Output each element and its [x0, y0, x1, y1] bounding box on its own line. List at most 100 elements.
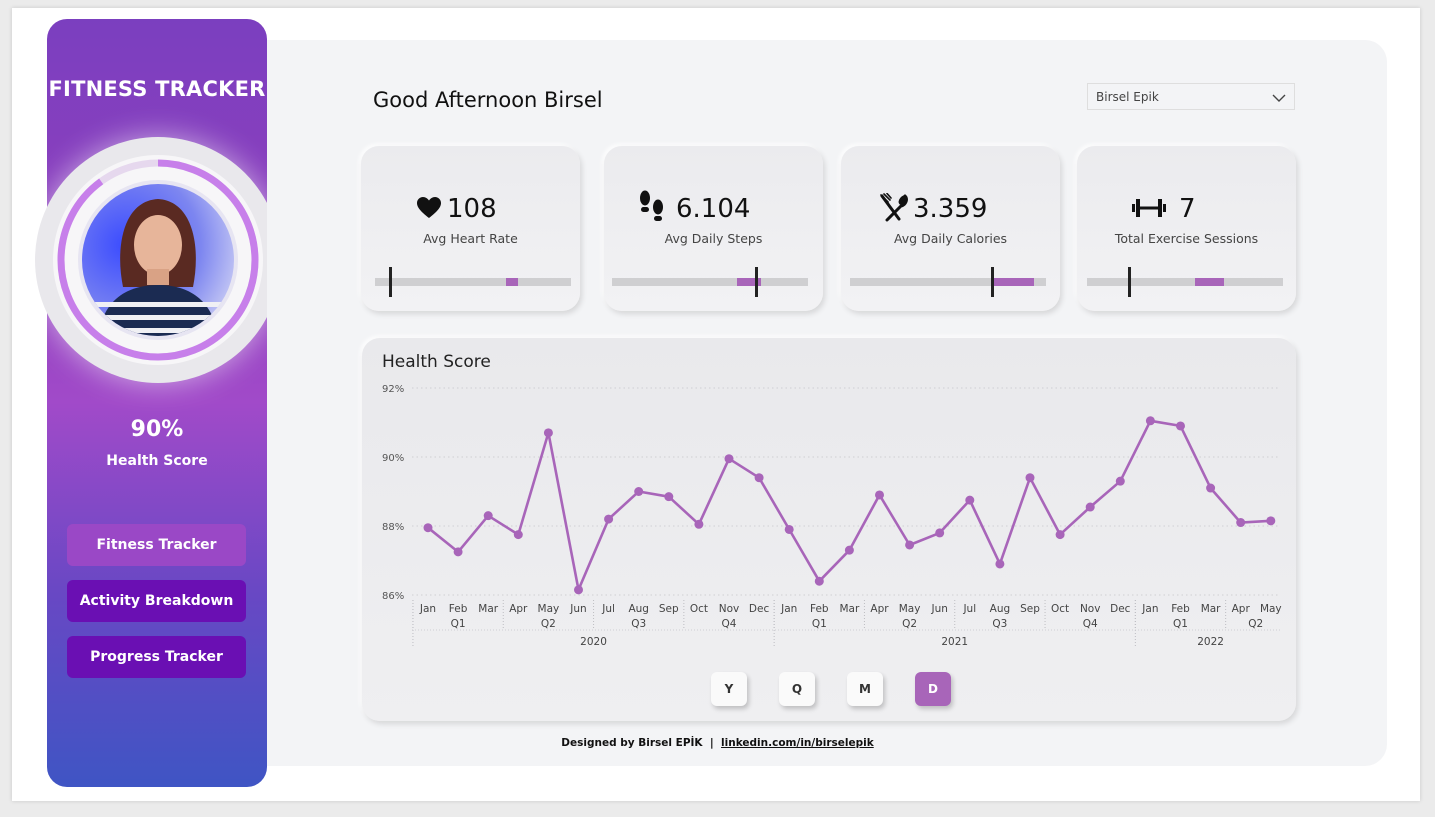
x-month-label: Feb	[449, 603, 468, 615]
kpi-bullet-track	[1087, 267, 1283, 297]
x-month-label: Aug	[628, 603, 649, 615]
x-quarter-label: Q2	[902, 618, 917, 630]
x-month-label: Jan	[419, 603, 436, 615]
x-month-label: Feb	[810, 603, 829, 615]
data-point	[1085, 502, 1095, 512]
x-year-label: 2020	[580, 636, 607, 648]
x-year-label: 2021	[941, 636, 968, 648]
kpi-target-marker	[991, 267, 995, 297]
data-point	[844, 545, 854, 555]
health-score-label: Health Score	[106, 453, 208, 469]
kpi-label: Avg Heart Rate	[423, 231, 518, 246]
avatar	[82, 184, 234, 336]
data-point	[935, 528, 945, 538]
kpi-bullet-fill	[506, 278, 519, 286]
data-point	[814, 576, 824, 586]
kpi-bullet-fill	[991, 278, 1035, 286]
x-month-label: Apr	[1232, 603, 1251, 615]
x-quarter-label: Q2	[541, 618, 556, 630]
nav-fitness-tracker-button[interactable]: Fitness Tracker	[67, 524, 246, 566]
user-select-value: Birsel Epik	[1096, 90, 1159, 104]
kpi-value: 6.104	[676, 194, 751, 224]
kpi-label: Avg Daily Calories	[893, 231, 1008, 246]
y-tick-label: 90%	[382, 453, 404, 464]
data-point	[694, 519, 704, 529]
health-score-gauge	[35, 137, 281, 383]
y-tick-label: 88%	[382, 522, 404, 533]
health-score-value: 90%	[130, 417, 184, 442]
data-point	[483, 511, 493, 521]
data-point	[574, 585, 583, 595]
x-month-label: Jul	[962, 603, 976, 615]
footsteps-icon	[640, 190, 663, 221]
data-point	[995, 559, 1005, 569]
data-point	[664, 492, 674, 502]
y-tick-label: 86%	[382, 591, 404, 602]
data-point	[784, 524, 794, 534]
kpi-label: Avg Daily Steps	[664, 231, 763, 246]
x-month-label: Jun	[569, 603, 586, 615]
linkedin-link[interactable]: linkedin.com/in/birselepik	[721, 737, 874, 749]
footer-credit: Designed by Birsel EPİK | linkedin.com/i…	[0, 737, 1435, 749]
x-year-label: 2022	[1197, 636, 1224, 648]
nav-activity-breakdown-button[interactable]: Activity Breakdown	[67, 580, 246, 622]
kpi-card-daily-calories: 3.359 Avg Daily Calories	[841, 146, 1060, 311]
data-point	[604, 514, 614, 524]
kpi-target-marker	[755, 267, 759, 297]
data-point	[1025, 473, 1035, 483]
health-score-chart-card: Health Score 86% 88% 90% 92% Jan Feb Mar Apr May…	[362, 338, 1296, 721]
x-month-label: Nov	[719, 603, 740, 615]
data-point	[453, 547, 463, 557]
granularity-quarter-button[interactable]: Q	[779, 672, 815, 706]
user-select-dropdown[interactable]: Birsel Epik	[1087, 83, 1295, 110]
x-month-label: Sep	[659, 603, 679, 615]
health-score-ring	[57, 159, 259, 361]
data-point	[1145, 416, 1155, 426]
sidebar: FITNESS TRACKER 90% Health Score Fitness…	[47, 19, 267, 787]
chevron-down-icon	[1272, 94, 1286, 102]
data-point	[1176, 421, 1185, 431]
nav-progress-tracker-button[interactable]: Progress Tracker	[67, 636, 246, 678]
health-score-series-line	[427, 419, 1271, 592]
x-month-label: Mar	[478, 603, 498, 615]
data-point	[1236, 518, 1246, 528]
data-point	[513, 530, 523, 540]
data-point	[543, 428, 553, 438]
granularity-month-button[interactable]: M	[847, 672, 883, 706]
y-tick-label: 92%	[382, 384, 404, 395]
x-month-label: Oct	[690, 603, 708, 615]
x-quarter-label: Q1	[451, 618, 466, 630]
x-quarter-label: Q2	[1248, 618, 1263, 630]
kpi-bullet-fill	[1194, 278, 1225, 286]
data-point	[634, 487, 644, 496]
x-month-label: Jan	[780, 603, 797, 615]
app-title: FITNESS TRACKER	[48, 77, 266, 101]
kpi-label: Total Exercise Sessions	[1114, 231, 1259, 246]
x-quarter-label: Q4	[1083, 618, 1098, 630]
kpi-card-heart-rate: 108 Avg Heart Rate	[361, 146, 580, 311]
heart-icon	[417, 197, 441, 218]
x-month-label: May	[538, 603, 560, 615]
x-month-label: May	[1260, 603, 1282, 615]
granularity-day-button[interactable]: D	[915, 672, 951, 706]
kpi-target-marker	[1128, 267, 1132, 297]
x-month-label: Nov	[1080, 603, 1101, 615]
kpi-target-marker	[388, 267, 392, 297]
x-month-label: Dec	[1110, 603, 1131, 615]
kpi-bullet-track	[375, 267, 571, 297]
data-point	[423, 523, 433, 533]
x-quarter-label: Q3	[631, 618, 646, 630]
x-month-label: Aug	[990, 603, 1011, 615]
x-quarter-label: Q4	[722, 618, 737, 630]
granularity-year-button[interactable]: Y	[711, 672, 747, 706]
kpi-value: 108	[447, 194, 497, 224]
kpi-bullet-track	[850, 267, 1046, 297]
x-month-label: Mar	[839, 603, 859, 615]
data-point	[875, 490, 884, 500]
x-month-label: Dec	[749, 603, 770, 615]
data-point	[754, 473, 764, 483]
data-point	[1055, 530, 1065, 540]
kpi-bullet-track	[612, 267, 808, 297]
footer-text: Designed by Birsel EPİK	[561, 737, 703, 749]
x-month-label: Apr	[870, 603, 889, 615]
